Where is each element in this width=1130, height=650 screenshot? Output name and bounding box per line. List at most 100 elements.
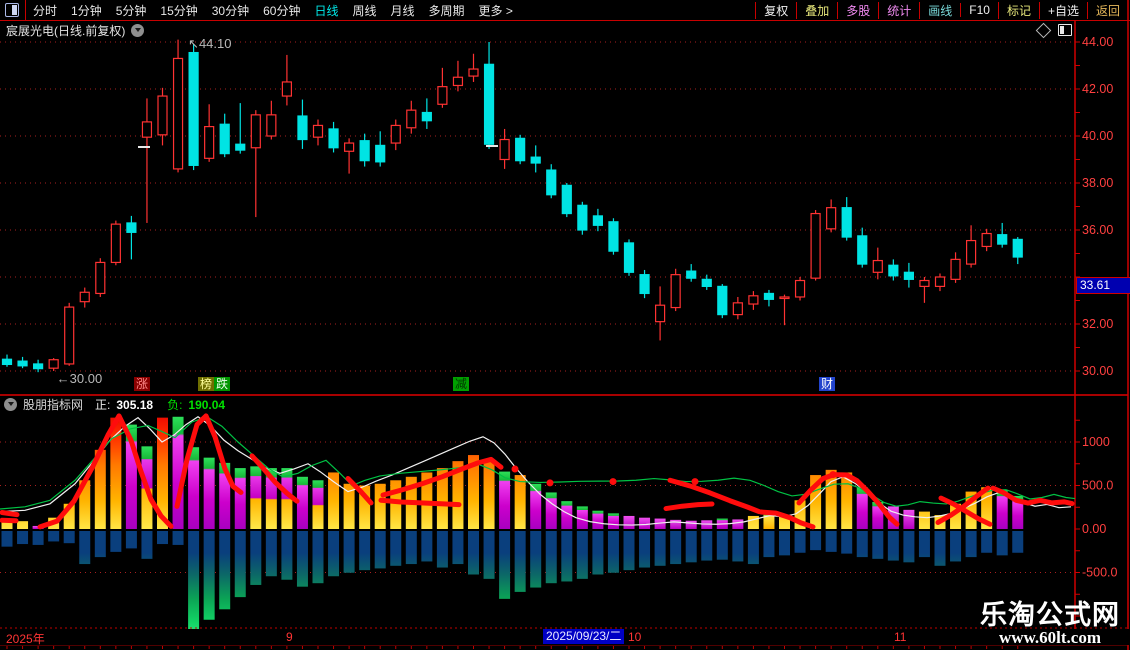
chart-marker-badge-4: 财 xyxy=(819,377,836,391)
candle xyxy=(670,274,681,309)
indicator-bar-positive xyxy=(918,511,930,529)
candle xyxy=(841,207,852,238)
watermark-site-url: www.60lt.com xyxy=(999,628,1101,648)
candle xyxy=(437,86,448,105)
candle xyxy=(359,140,370,162)
candle xyxy=(686,270,697,279)
indicator-bar-negative xyxy=(623,531,635,571)
indicator-bar-negative xyxy=(810,531,822,551)
indicator-neg-value: 190.04 xyxy=(188,397,226,412)
candle xyxy=(375,144,386,163)
indicator-red-dot xyxy=(691,478,699,486)
indicator-bar-positive xyxy=(203,457,215,529)
indicator-bar-negative xyxy=(794,531,806,553)
indicator-bar-negative xyxy=(934,531,946,566)
indicator-bar-negative xyxy=(234,531,246,598)
indicator-red-dot xyxy=(511,465,519,473)
price-axis-label: 42.00 xyxy=(1082,82,1113,96)
indicator-pos-value: 305.18 xyxy=(116,397,154,412)
low-price-annotation: ←30.00 xyxy=(57,371,103,386)
candle xyxy=(188,51,199,166)
candle xyxy=(515,137,526,162)
candle xyxy=(204,125,215,159)
indicator-bar-negative xyxy=(436,531,448,568)
indicator-bar-negative xyxy=(856,531,868,558)
candle xyxy=(328,128,339,149)
indicator-bar-negative xyxy=(452,531,464,565)
indicator-bar-negative xyxy=(421,531,433,562)
indicator-bar-negative xyxy=(312,531,324,584)
price-axis-label: 44.00 xyxy=(1082,35,1113,49)
indicator-red-dot xyxy=(609,478,617,486)
indicator-bar-negative xyxy=(872,531,884,559)
candle xyxy=(390,124,401,144)
indicator-bar-negative xyxy=(32,531,44,545)
indicator-axis-label: 0.00 xyxy=(1082,522,1106,536)
candle xyxy=(810,212,821,279)
indicator-bar-negative xyxy=(996,531,1008,556)
indicator-chevron-down-icon[interactable] xyxy=(4,398,17,411)
indicator-bar-negative xyxy=(374,531,386,569)
indicator-bar-negative xyxy=(1,531,13,547)
indicator-bar-negative xyxy=(219,531,231,610)
indicator-bar-negative xyxy=(48,531,60,542)
indicator-bar-positive xyxy=(607,513,619,529)
time-axis-label: 2025年 xyxy=(6,632,45,646)
candle xyxy=(639,274,650,295)
indicator-bar-positive xyxy=(17,521,29,529)
candle xyxy=(654,304,666,323)
time-axis-label: 10 xyxy=(628,630,642,644)
indicator-bar-positive xyxy=(685,520,697,529)
candle xyxy=(141,121,153,138)
indicator-bar-negative xyxy=(576,531,588,579)
indicator-bar-negative xyxy=(1012,531,1024,553)
indicator-bar-negative xyxy=(125,531,137,549)
chart-marker-badge-1: 榜 xyxy=(198,377,215,391)
candle xyxy=(1,358,13,366)
indicator-name: 股朋指标网 xyxy=(23,398,84,412)
indicator-bar-negative xyxy=(592,531,604,575)
indicator-red-dot xyxy=(546,479,554,487)
price-axis-label: 40.00 xyxy=(1082,129,1113,143)
candle xyxy=(950,258,961,280)
candle xyxy=(312,124,324,138)
chart-svg: 44.00 42.00 40.00 38.00 36.00 32.00 30.00 ↖44.1… xyxy=(0,0,1129,650)
indicator-bar-negative xyxy=(779,531,790,556)
indicator-bar-negative xyxy=(530,531,542,588)
indicator-bar-negative xyxy=(685,531,697,563)
indicator-bar-negative xyxy=(79,531,91,565)
watermark-site-name: 乐淘公式网 xyxy=(980,600,1120,630)
candle xyxy=(701,278,712,288)
indicator-header: 股朋指标网 正: 305.18 负: 190.04 xyxy=(4,397,225,412)
indicator-bar-negative xyxy=(203,531,215,620)
candle xyxy=(623,242,635,273)
candle xyxy=(219,123,230,155)
indicator-bar-negative xyxy=(63,531,75,544)
candle xyxy=(281,81,292,97)
indicator-bar-negative xyxy=(94,531,106,558)
candle xyxy=(530,156,541,164)
indicator-bar-negative xyxy=(110,531,122,552)
indicator-bar-negative xyxy=(172,531,184,545)
indicator-bar-negative xyxy=(825,531,837,552)
candle xyxy=(110,223,121,264)
indicator-bar-positive xyxy=(250,466,262,529)
indicator-bar-negative xyxy=(981,531,993,553)
candle xyxy=(934,276,946,287)
candle xyxy=(1012,238,1023,258)
indicator-bar-negative xyxy=(514,531,526,592)
candle xyxy=(748,295,759,305)
indicator-red-dot xyxy=(829,471,837,479)
high-price-annotation: ↖44.10 xyxy=(188,36,231,51)
candle xyxy=(546,169,557,196)
time-axis-label: 11 xyxy=(894,630,907,644)
indicator-bar-positive xyxy=(328,472,340,529)
indicator-bar-negative xyxy=(950,531,962,562)
indicator-bar-negative xyxy=(359,531,371,571)
indicator-bar-positive xyxy=(390,480,402,529)
indicator-bar-negative xyxy=(716,531,728,560)
indicator-bar-positive xyxy=(312,480,324,529)
indicator-bar-positive xyxy=(670,519,682,529)
indicator-bar-positive xyxy=(499,471,511,529)
price-badge: 33.61 xyxy=(1076,277,1130,294)
